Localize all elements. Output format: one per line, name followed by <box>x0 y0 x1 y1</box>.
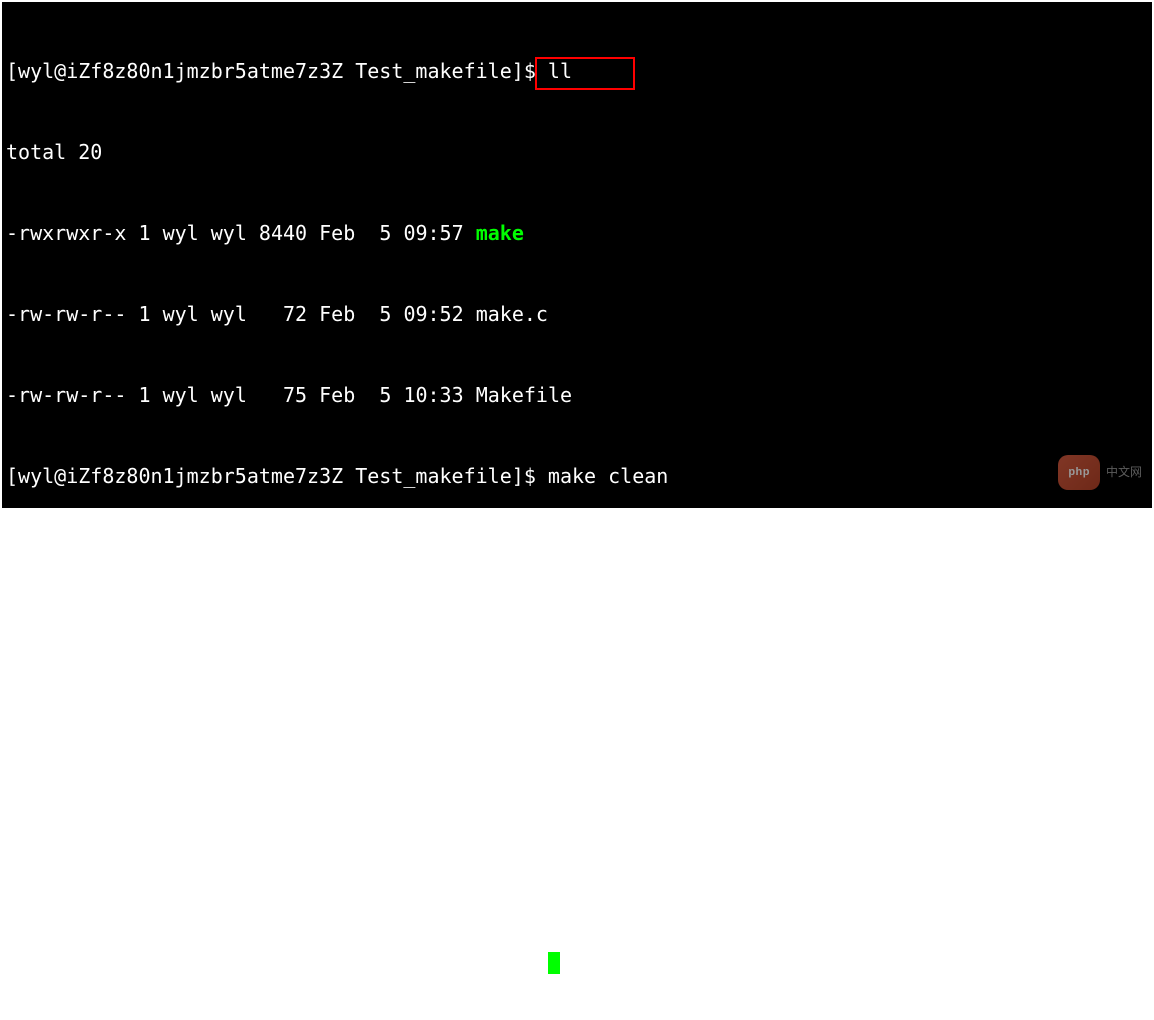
make-output: rm -f make <box>6 544 1148 571</box>
file-name: Makefile <box>476 383 572 407</box>
file-name: Makefile <box>452 869 548 893</box>
command-1: ll <box>548 59 572 83</box>
executable-file: make <box>476 221 524 245</box>
watermark-text: 中文网 <box>1106 459 1142 486</box>
watermark: php 中文网 <box>1058 455 1142 490</box>
total-2: total 8 <box>6 706 1148 733</box>
command-2: make clean <box>548 464 668 488</box>
file-row: -rwxrwxr-x 1 wyl wyl 8440 Feb 5 09:57 ma… <box>6 220 1148 247</box>
file-row: -rw-rw-r-- 1 wyl wyl 75 Feb 5 10:33 Make… <box>6 382 1148 409</box>
prompt-2: [wyl@iZf8z80n1jmzbr5atme7z3Z Test_makefi… <box>6 464 536 488</box>
prompt-line-3: [wyl@iZf8z80n1jmzbr5atme7z3Z Test_makefi… <box>6 625 1148 652</box>
prompt-line-4: [wyl@iZf8z80n1jmzbr5atme7z3Z Test_makefi… <box>6 949 1148 976</box>
watermark-badge: php <box>1058 455 1100 490</box>
prompt-1: [wyl@iZf8z80n1jmzbr5atme7z3Z Test_makefi… <box>6 59 536 83</box>
prompt-3: [wyl@iZf8z80n1jmzbr5atme7z3Z Test_makefi… <box>6 626 536 650</box>
file-row: -rw-rw-r-- 1 wyl wyl 72 Feb 5 09:52 make… <box>6 301 1148 328</box>
prompt-line-1: [wyl@iZf8z80n1jmzbr5atme7z3Z Test_makefi… <box>6 58 1148 85</box>
total-1: total 20 <box>6 139 1148 166</box>
terminal-window[interactable]: [wyl@iZf8z80n1jmzbr5atme7z3Z Test_makefi… <box>2 2 1152 508</box>
file-name: make.c <box>452 788 524 812</box>
prompt-4: [wyl@iZf8z80n1jmzbr5atme7z3Z Test_makefi… <box>6 950 536 974</box>
file-row: -rw-rw-r-- 1 wyl wyl 72 Feb 5 09:52 make… <box>6 787 1148 814</box>
command-3: ll <box>548 626 572 650</box>
file-row: -rw-rw-r-- 1 wyl wyl 75 Feb 5 10:33 Make… <box>6 868 1148 895</box>
file-name: make.c <box>476 302 548 326</box>
cursor[interactable] <box>548 952 560 974</box>
prompt-line-2: [wyl@iZf8z80n1jmzbr5atme7z3Z Test_makefi… <box>6 463 1148 490</box>
